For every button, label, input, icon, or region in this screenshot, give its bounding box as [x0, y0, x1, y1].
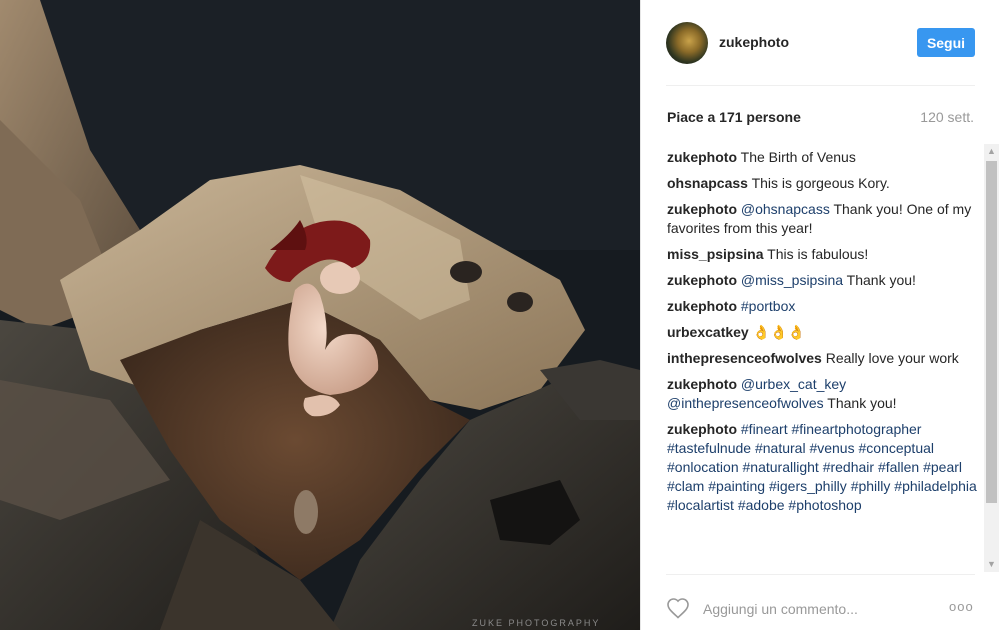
- comment-hashtag[interactable]: #tastefulnude: [667, 440, 751, 456]
- comment-hashtag[interactable]: #portbox: [741, 298, 795, 314]
- more-options-icon[interactable]: ooo: [949, 599, 974, 614]
- comment-username[interactable]: zukephoto: [667, 376, 737, 392]
- comment-hashtag[interactable]: #natural: [755, 440, 806, 456]
- comment-username[interactable]: zukephoto: [667, 298, 737, 314]
- comment-hashtag[interactable]: #adobe: [738, 497, 785, 513]
- comment-hashtag[interactable]: #localartist: [667, 497, 734, 513]
- comment-hashtag[interactable]: #painting: [708, 478, 765, 494]
- comment-item: urbexcatkey 👌👌👌: [667, 323, 977, 342]
- comment-mention[interactable]: @ohsnapcass: [741, 201, 830, 217]
- post-username[interactable]: zukephoto: [719, 34, 789, 50]
- instagram-post-view: ZUKE PHOTOGRAPHY zukephoto Segui Piace a…: [0, 0, 1000, 630]
- comment-hashtag[interactable]: #naturallight: [743, 459, 819, 475]
- comment-hashtag[interactable]: #conceptual: [859, 440, 935, 456]
- comment-mention[interactable]: @miss_psipsina: [741, 272, 843, 288]
- comment-username[interactable]: miss_psipsina: [667, 246, 764, 262]
- scroll-down-arrow-icon[interactable]: ▼: [984, 557, 999, 572]
- comment-text: This is gorgeous Kory.: [747, 175, 890, 191]
- comment-item: ohsnapcass This is gorgeous Kory.: [667, 174, 977, 193]
- likes-count[interactable]: Piace a 171 persone: [667, 109, 801, 125]
- comment-item: zukephoto #fineart #fineartphotographer …: [667, 420, 977, 515]
- scroll-up-arrow-icon[interactable]: ▲: [984, 144, 999, 159]
- comment-hashtag[interactable]: #fallen: [878, 459, 919, 475]
- comment-username[interactable]: zukephoto: [667, 272, 737, 288]
- comment-username[interactable]: inthepresenceofwolves: [667, 350, 822, 366]
- comment-hashtag[interactable]: #photoshop: [788, 497, 861, 513]
- photo-illustration: ZUKE PHOTOGRAPHY: [0, 0, 640, 630]
- comment-hashtag[interactable]: #philly: [851, 478, 891, 494]
- comment-username[interactable]: zukephoto: [667, 201, 737, 217]
- comment-text: This is fabulous!: [763, 246, 869, 262]
- comment-hashtag[interactable]: #philadelphia: [894, 478, 977, 494]
- comment-username[interactable]: zukephoto: [667, 421, 737, 437]
- post-timestamp[interactable]: 120 sett.: [920, 109, 974, 125]
- scrollbar-thumb[interactable]: [986, 161, 997, 503]
- comment-item: zukephoto @urbex_cat_key @inthepresenceo…: [667, 375, 977, 413]
- comment-item: inthepresenceofwolves Really love your w…: [667, 349, 977, 368]
- comment-hashtag[interactable]: #clam: [667, 478, 704, 494]
- heart-icon[interactable]: [666, 597, 690, 624]
- comment-text: Thank you!: [823, 395, 897, 411]
- comment-mention[interactable]: @inthepresenceofwolves: [667, 395, 824, 411]
- comments-scrollbar[interactable]: ▲ ▼: [984, 144, 999, 572]
- comment-text: 👌👌👌: [748, 324, 805, 340]
- comment-hashtag[interactable]: #pearl: [923, 459, 962, 475]
- comment-hashtag[interactable]: #venus: [809, 440, 854, 456]
- comment-username[interactable]: ohsnapcass: [667, 175, 748, 191]
- post-photo[interactable]: ZUKE PHOTOGRAPHY: [0, 0, 640, 630]
- post-side-panel: zukephoto Segui Piace a 171 persone 120 …: [640, 0, 1000, 630]
- comment-mention[interactable]: @urbex_cat_key: [741, 376, 846, 392]
- comment-item: zukephoto The Birth of Venus: [667, 148, 977, 167]
- photo-watermark: ZUKE PHOTOGRAPHY: [472, 618, 600, 628]
- comment-text: The Birth of Venus: [737, 149, 856, 165]
- comment-hashtag[interactable]: #igers_philly: [769, 478, 847, 494]
- comment-hashtag[interactable]: #fineart: [741, 421, 788, 437]
- comment-item: zukephoto @ohsnapcass Thank you! One of …: [667, 200, 977, 238]
- comment-username[interactable]: urbexcatkey: [667, 324, 749, 340]
- comment-hashtag[interactable]: #fineartphotographer: [791, 421, 921, 437]
- comment-text: Thank you!: [843, 272, 916, 288]
- header-divider: [666, 85, 975, 86]
- comment-item: zukephoto #portbox: [667, 297, 977, 316]
- follow-button[interactable]: Segui: [917, 28, 975, 57]
- comment-item: zukephoto @miss_psipsina Thank you!: [667, 271, 977, 290]
- avatar[interactable]: [666, 22, 708, 64]
- comment-hashtag[interactable]: #onlocation: [667, 459, 739, 475]
- comment-footer: ooo: [641, 575, 1000, 630]
- comment-input[interactable]: [703, 599, 933, 619]
- post-header: zukephoto Segui: [641, 0, 1000, 86]
- comment-username[interactable]: zukephoto: [667, 149, 737, 165]
- comment-text: Really love your work: [821, 350, 959, 366]
- comments-list: zukephoto The Birth of Venus ohsnapcass …: [667, 148, 977, 571]
- comment-item: miss_psipsina This is fabulous!: [667, 245, 977, 264]
- comment-hashtag[interactable]: #redhair: [823, 459, 874, 475]
